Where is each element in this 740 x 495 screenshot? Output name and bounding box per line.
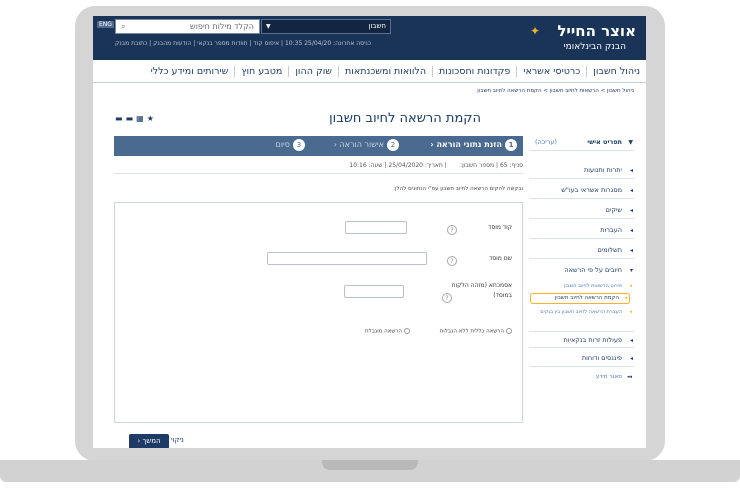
- english-toggle[interactable]: ENG: [97, 21, 114, 28]
- chevron-down-icon: ▾: [629, 267, 633, 274]
- help-icon[interactable]: ?: [442, 293, 452, 303]
- bullet-icon: ◂: [624, 295, 627, 301]
- nav-item-credit-cards[interactable]: כרטיסי אשראי: [516, 65, 586, 77]
- step-number: 1: [505, 139, 517, 151]
- institution-code-input[interactable]: [345, 221, 407, 234]
- wizard-steps: 1הזנת נתוני הוראה ‹ 2אישור הוראה ‹ 3סיום: [114, 136, 523, 156]
- page-title: הקמת הרשאה לחיוב חשבון: [329, 111, 481, 126]
- nav-item-services[interactable]: שירותים ומידע כללי: [145, 66, 235, 77]
- account-select[interactable]: חשבון ▼: [261, 19, 391, 34]
- chevron-left-icon: ◂: [629, 187, 633, 194]
- chevron-left-icon: ◂: [629, 167, 633, 174]
- help-icon[interactable]: ?: [447, 256, 457, 266]
- top-info-links[interactable]: כניסה אחרונה: 25/04/20 10:35 | איפוס קוד…: [115, 40, 371, 47]
- step-1: 1הזנת נתוני הוראה ‹: [430, 139, 517, 151]
- sidebar-item-balances[interactable]: ◂ יתרות ותנועות: [529, 162, 634, 179]
- clear-button[interactable]: ניקוי: [171, 436, 184, 444]
- main-nav: ניהול חשבון כרטיסי אשראי פקדונות וחסכונו…: [93, 60, 646, 83]
- radio-general[interactable]: הרשאה כללית ללא הגבלות: [440, 328, 512, 335]
- chevron-down-icon: ▼: [266, 23, 271, 30]
- authorization-form: קוד מוסד ? שם מוסד ? אסמכתא (מזהה הלקוח …: [114, 202, 523, 423]
- chevron-left-icon: ◂: [629, 207, 633, 214]
- search-input[interactable]: הקלד מילות חיפוש ⌕: [115, 19, 260, 34]
- top-bar: ✦ אוצר החייל הבנק הבינלאומי חשבון ▼ הקלד…: [93, 16, 646, 60]
- sidebar-header[interactable]: ▼ תפריט אישי (עריכה): [529, 134, 634, 151]
- bullet-icon: ◂: [629, 283, 632, 289]
- field1-label: קוד מוסד: [488, 224, 512, 231]
- step-2: 2אישור הוראה ‹: [334, 139, 399, 151]
- mail-icon[interactable]: ▦: [136, 114, 147, 123]
- breadcrumb[interactable]: ניהול חשבון > הרשאות לחיוב חשבון > הקמת …: [477, 88, 634, 94]
- sidebar-edit-link[interactable]: (עריכה): [535, 134, 557, 151]
- search-placeholder: הקלד מילות חיפוש: [190, 22, 254, 31]
- laptop-notch: [322, 460, 418, 470]
- account-info-bar: סניף: 65 | מספר חשבון: | תאריך: 25/04/20…: [349, 162, 523, 169]
- time-value: 10:16: [349, 162, 367, 169]
- print-icon[interactable]: ▬: [115, 114, 126, 123]
- star-icon[interactable]: ★: [147, 114, 157, 123]
- reference-input[interactable]: [344, 285, 404, 298]
- radio-button[interactable]: [506, 328, 512, 334]
- account-label: חשבון: [368, 22, 386, 30]
- sidebar-item-foreign-ops[interactable]: ◂ פעולות זרות בנקאיות: [529, 331, 634, 348]
- field2-label: שם מוסד: [488, 255, 512, 262]
- nav-item-deposits[interactable]: פקדונות וחסכונות: [432, 65, 516, 77]
- bank-screen: ✦ אוצר החייל הבנק הבינלאומי חשבון ▼ הקלד…: [93, 16, 646, 448]
- nav-item-account[interactable]: ניהול חשבון: [586, 65, 646, 77]
- sidebar-sub-transfer-authorization[interactable]: ◂ העברת הרשאה לחיוב חשבון בין בנקים: [529, 309, 634, 325]
- nav-item-loans[interactable]: הלוואות ומשכנתאות: [338, 65, 432, 77]
- personal-sidebar: ▼ תפריט אישי (עריכה) ◂ יתרות ותנועות ◂ מסג…: [529, 134, 634, 448]
- chevron-down-icon: ▼: [628, 139, 633, 146]
- chevron-left-icon: ◂: [629, 227, 633, 234]
- sidebar-item-checks[interactable]: ◂ שיקים: [529, 202, 634, 219]
- help-icon[interactable]: ?: [447, 225, 457, 235]
- radio-button[interactable]: [404, 328, 410, 334]
- bullet-icon: ◂: [629, 309, 632, 315]
- sidebar-sub-create-authorization[interactable]: ◂ הקמת הרשאה לחיוב חשבון: [530, 293, 630, 304]
- date-value: 25/04/2020: [388, 162, 423, 169]
- step-number: 2: [387, 139, 399, 151]
- radio-limited[interactable]: הרשאה מוגבלת: [365, 328, 410, 335]
- sidebar-item-authorizations[interactable]: ▾ חיובים על פי הרשאה: [529, 262, 634, 279]
- bank-logo-icon: ✦: [529, 24, 540, 38]
- logo-title: אוצר החייל: [557, 22, 636, 40]
- save-icon[interactable]: ▬: [126, 114, 137, 123]
- chevron-left-icon: ◂: [629, 337, 633, 344]
- step-3: 3סיום: [276, 139, 305, 151]
- sidebar-sub-list-authorizations[interactable]: ◂ פירוט הרשאות לחיוב חשבון: [529, 283, 634, 290]
- divider: [114, 173, 523, 174]
- sidebar-item-credit-lines[interactable]: ◂ מסגרות אשראי בעו"ש: [529, 182, 634, 199]
- instruction-text: ובקשה להקים הרשאה לחיוב חשבון עפ"י הנתונ…: [393, 186, 523, 192]
- nav-item-foreign-currency[interactable]: מטבע חוץ: [234, 65, 288, 77]
- search-icon[interactable]: ⌕: [121, 20, 125, 33]
- chevron-left-icon: ◂: [629, 247, 633, 254]
- sidebar-footer-link[interactable]: ◂◂ מאגר מידע: [529, 374, 634, 381]
- logo-subtitle: הבנק הבינלאומי: [563, 42, 626, 52]
- institution-name-input[interactable]: [267, 252, 427, 265]
- page-tools: ▬▬▦★: [115, 114, 157, 123]
- sidebar-item-reports[interactable]: ◂ פיננסים ודוחות: [529, 350, 634, 367]
- sidebar-item-payments[interactable]: ◂ תשלומים: [529, 242, 634, 259]
- next-button[interactable]: המשך ‹: [129, 434, 169, 448]
- step-number: 3: [293, 139, 305, 151]
- sidebar-item-transfers[interactable]: ◂ העברות: [529, 222, 634, 239]
- chevron-left-icon: ◂: [629, 355, 633, 362]
- chevron-left-icon: ◂◂: [626, 374, 632, 380]
- branch-value: 65: [499, 162, 508, 169]
- nav-item-capital-market[interactable]: שוק ההון: [288, 65, 338, 77]
